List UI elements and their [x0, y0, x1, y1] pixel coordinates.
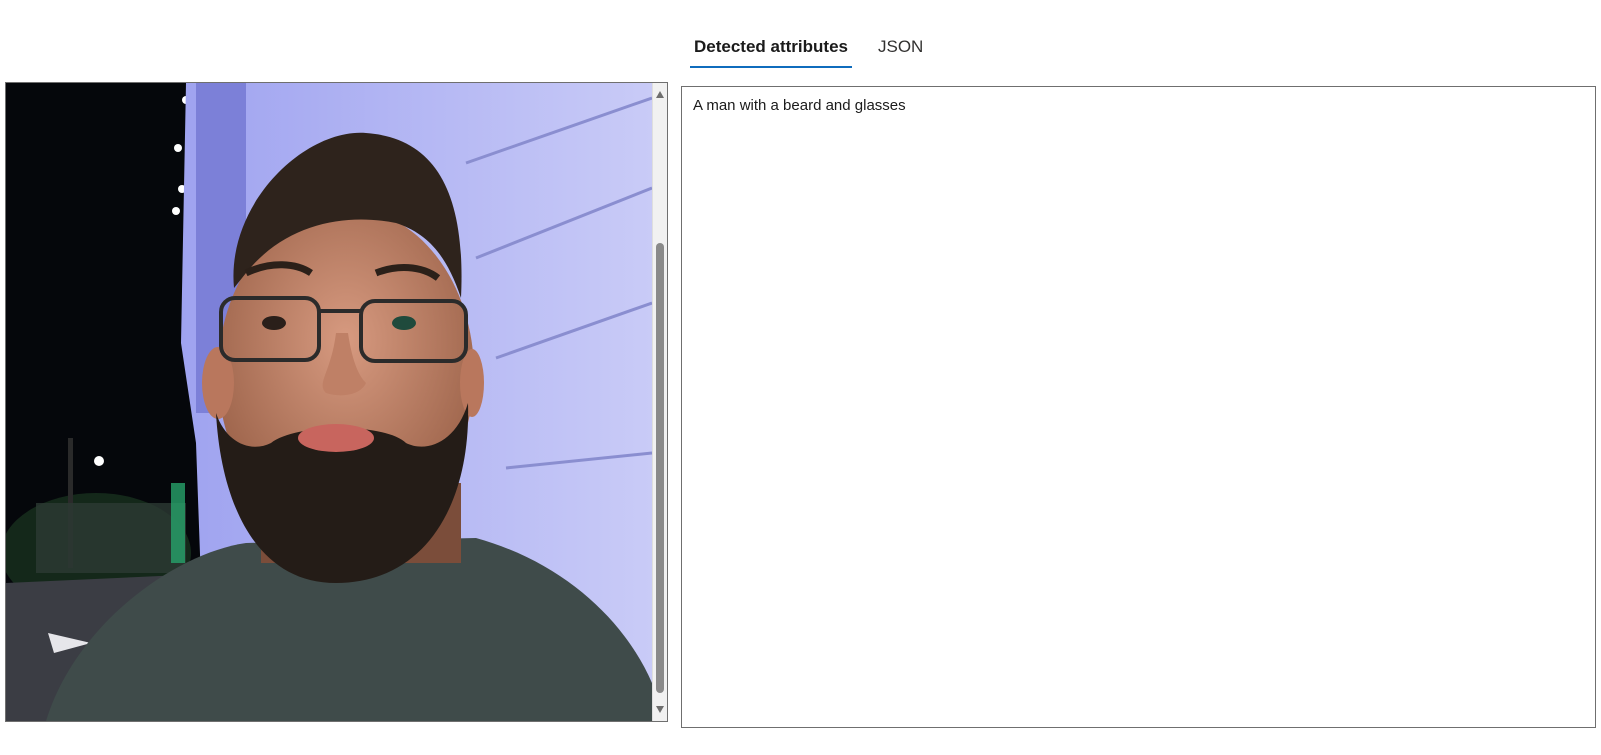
tab-detected-attributes[interactable]: Detected attributes	[690, 30, 852, 68]
scroll-down-arrow-icon[interactable]	[656, 706, 664, 713]
scroll-thumb[interactable]	[656, 243, 664, 693]
tab-json[interactable]: JSON	[874, 30, 927, 68]
image-viewer	[5, 82, 668, 722]
photo-illustration	[6, 83, 652, 721]
uploaded-photo	[6, 83, 652, 721]
tab-bar: Detected attributes JSON	[690, 30, 949, 68]
detected-attributes-text: A man with a beard and glasses	[693, 97, 906, 114]
scroll-up-arrow-icon[interactable]	[656, 91, 664, 98]
detected-attributes-output[interactable]: A man with a beard and glasses	[681, 86, 1596, 728]
image-scrollbar[interactable]	[652, 83, 667, 721]
